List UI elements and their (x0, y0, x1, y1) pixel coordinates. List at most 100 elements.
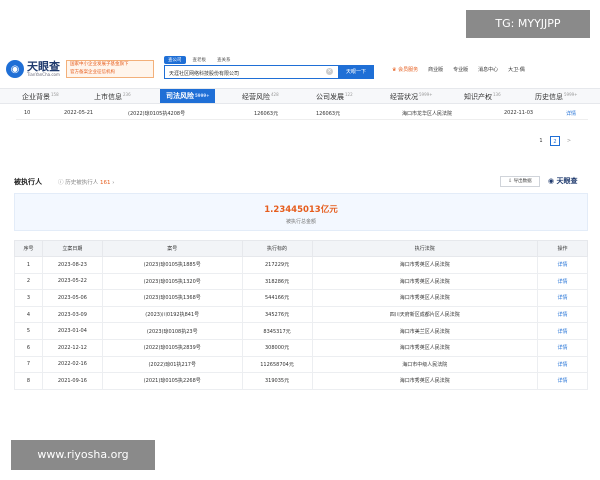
section-title: 被执行人 (14, 178, 42, 186)
cell-case: (2022)琼0105执2839号 (101, 338, 243, 357)
cell-no: 4 (14, 305, 43, 324)
table-row: 4 2023-03-09 (2023)川0192执841号 345276元 四川天府新区… (14, 305, 588, 324)
nav-messages[interactable]: 消息中心 (478, 66, 498, 73)
clear-icon[interactable]: × (326, 68, 333, 75)
cell-no: 1 (14, 256, 43, 274)
table-row: 6 2022-12-12 (2022)琼0105执2839号 308000元 海口市秀英… (14, 338, 588, 357)
module-tab-bar: 企业背景158 上市信息236 司法风险5999+ 经营风险428 公司发展12… (0, 88, 600, 104)
tab-label: 历史信息 (535, 93, 563, 101)
eye-logo-icon: ◉ (6, 60, 24, 78)
detail-link[interactable]: 详情 (537, 256, 588, 274)
cell-amount: 308000元 (241, 338, 313, 357)
cell-amount: 112658704元 (241, 355, 313, 374)
cell-amount: 8345317元 (241, 322, 313, 340)
cell-court: 海口市中级人民法院 (311, 355, 539, 374)
nav-vip[interactable]: ♛ 会员服务 (392, 66, 418, 73)
cell-court: 海口市秀英区人民法院 (311, 289, 539, 307)
detail-link[interactable]: 详情 (537, 372, 588, 390)
cell-amount: 126063元 (254, 111, 279, 117)
tab-listing-info[interactable]: 上市信息236 (94, 92, 131, 102)
brand-logo: ◉ 天眼查 (548, 177, 578, 185)
tab-boss[interactable]: 查老板 (189, 56, 211, 64)
tab-count: 428 (271, 92, 279, 97)
logo-url: TianYanCha.com (27, 72, 60, 77)
site-logo[interactable]: ◉ 天眼查 TianYanCha.com (6, 60, 60, 78)
cell-date: 2022-02-16 (41, 355, 103, 374)
tab-judicial-risk[interactable]: 司法风险5999+ (160, 89, 216, 103)
cell-date: 2023-01-04 (41, 322, 103, 340)
history-link[interactable]: ⓘ 历史被执行人 161 › (58, 178, 114, 186)
total-label: 被执行总金额 (285, 219, 316, 225)
cell-court: 海口市秀英区人民法院 (311, 272, 539, 291)
cell-date: 2021-09-16 (41, 372, 103, 390)
search-button[interactable]: 天眼一下 (338, 65, 374, 79)
header-date: 立案日期 (41, 240, 103, 257)
tab-label: 经营风险 (242, 93, 270, 101)
detail-link[interactable]: 详情 (537, 272, 588, 291)
table-row: 1 2023-08-23 (2023)琼0105执1885号 217229元 海口市秀英… (14, 256, 588, 274)
export-label: 导出数据 (513, 179, 532, 184)
cell-date: 2023-05-22 (41, 272, 103, 291)
nav-user[interactable]: 大卫·偶 (508, 66, 525, 73)
cell-date: 2023-03-09 (41, 305, 103, 324)
table-row: 5 2023-01-04 (2023)琼0108执23号 8345317元 海口市美兰区… (14, 322, 588, 340)
detail-link[interactable]: 详情 (566, 110, 576, 117)
tab-history[interactable]: 历史信息5999+ (535, 92, 578, 102)
detail-link[interactable]: 详情 (537, 338, 588, 357)
history-count: 161 (100, 180, 111, 186)
cell-amount: 217229元 (241, 256, 313, 274)
page-1[interactable]: 1 (536, 136, 546, 146)
tab-label: 司法风险 (166, 92, 194, 100)
tab-relation[interactable]: 查关系 (213, 56, 235, 64)
detail-link[interactable]: 详情 (537, 305, 588, 324)
header-amount: 执行标的 (241, 240, 313, 257)
export-button[interactable]: ⇩ 导出数据 (500, 176, 540, 187)
detail-link[interactable]: 详情 (537, 322, 588, 340)
cell-no: 7 (14, 355, 43, 374)
table-header-row: 序号 立案日期 案号 执行标的 执行法院 操作 (14, 240, 588, 257)
detail-link[interactable]: 详情 (537, 355, 588, 374)
tab-ip[interactable]: 知识产权136 (464, 92, 501, 102)
tab-label: 经营状况 (390, 93, 418, 101)
cell-court: 海口市秀英区人民法院 (311, 256, 539, 274)
summary-box: 1.23445013亿元 被执行总金额 (14, 193, 588, 231)
nav-vip-label: 会员服务 (398, 67, 419, 73)
nav-business[interactable]: 商业版 (428, 66, 443, 73)
tab-company-background[interactable]: 企业背景158 (22, 92, 59, 102)
tab-label: 公司发展 (316, 93, 344, 101)
nav-pro[interactable]: 专业版 (453, 66, 468, 73)
cell-case: (2021)琼0105执2268号 (101, 372, 243, 390)
watermark-tg: TG: MYYJJPP (466, 10, 590, 38)
cell-amount: 544166元 (241, 289, 313, 307)
tab-company[interactable]: 查公司 (164, 56, 186, 64)
cell-date: 2023-05-06 (41, 289, 103, 307)
search-type-tabs: 查公司 查老板 查关系 (164, 56, 235, 64)
cell-no: 2 (14, 272, 43, 291)
next-page-icon[interactable]: > (564, 136, 574, 146)
table-row: 10 2022-05-21 (2022)琼0105执4208号 126063元 … (16, 106, 588, 120)
tab-operating-risk[interactable]: 经营风险428 (242, 92, 279, 102)
tab-label: 上市信息 (94, 93, 122, 101)
search-input[interactable]: 天涯社区网络科技股份有限公司 (164, 65, 340, 79)
tab-business-status[interactable]: 经营状况5999+ (390, 92, 433, 102)
tab-count: 158 (51, 92, 59, 97)
history-label: 历史被执行人 (65, 180, 99, 186)
cell-court: 海口市龙华区人民法院 (402, 111, 453, 117)
top-nav: ♛ 会员服务 商业版 专业版 消息中心 大卫·偶 (392, 66, 525, 73)
cell-court: 海口市秀英区人民法院 (311, 338, 539, 357)
cell-date2: 2022-11-03 (504, 110, 534, 116)
tab-count: 5999+ (419, 92, 433, 97)
cell-no: 8 (14, 372, 43, 390)
detail-link[interactable]: 详情 (537, 289, 588, 307)
promo-banner[interactable]: 国家中小企业发展子基金旗下 官方备案企业征信机构 (66, 60, 154, 78)
page-2[interactable]: 2 (550, 136, 560, 146)
cell-no: 6 (14, 338, 43, 357)
pagination: 1 2 > (536, 136, 574, 146)
table-row: 7 2022-02-16 (2022)琼01执217号 112658704元 海口市中级… (14, 355, 588, 374)
tab-company-development[interactable]: 公司发展122 (316, 92, 353, 102)
header-case: 案号 (101, 240, 243, 257)
banner-line1: 国家中小企业发展子基金旗下 (70, 62, 129, 67)
cell-case: (2022)琼0105执4208号 (128, 111, 186, 117)
cell-court: 海口市美兰区人民法院 (311, 322, 539, 340)
cell-date: 2022-05-21 (64, 110, 94, 116)
